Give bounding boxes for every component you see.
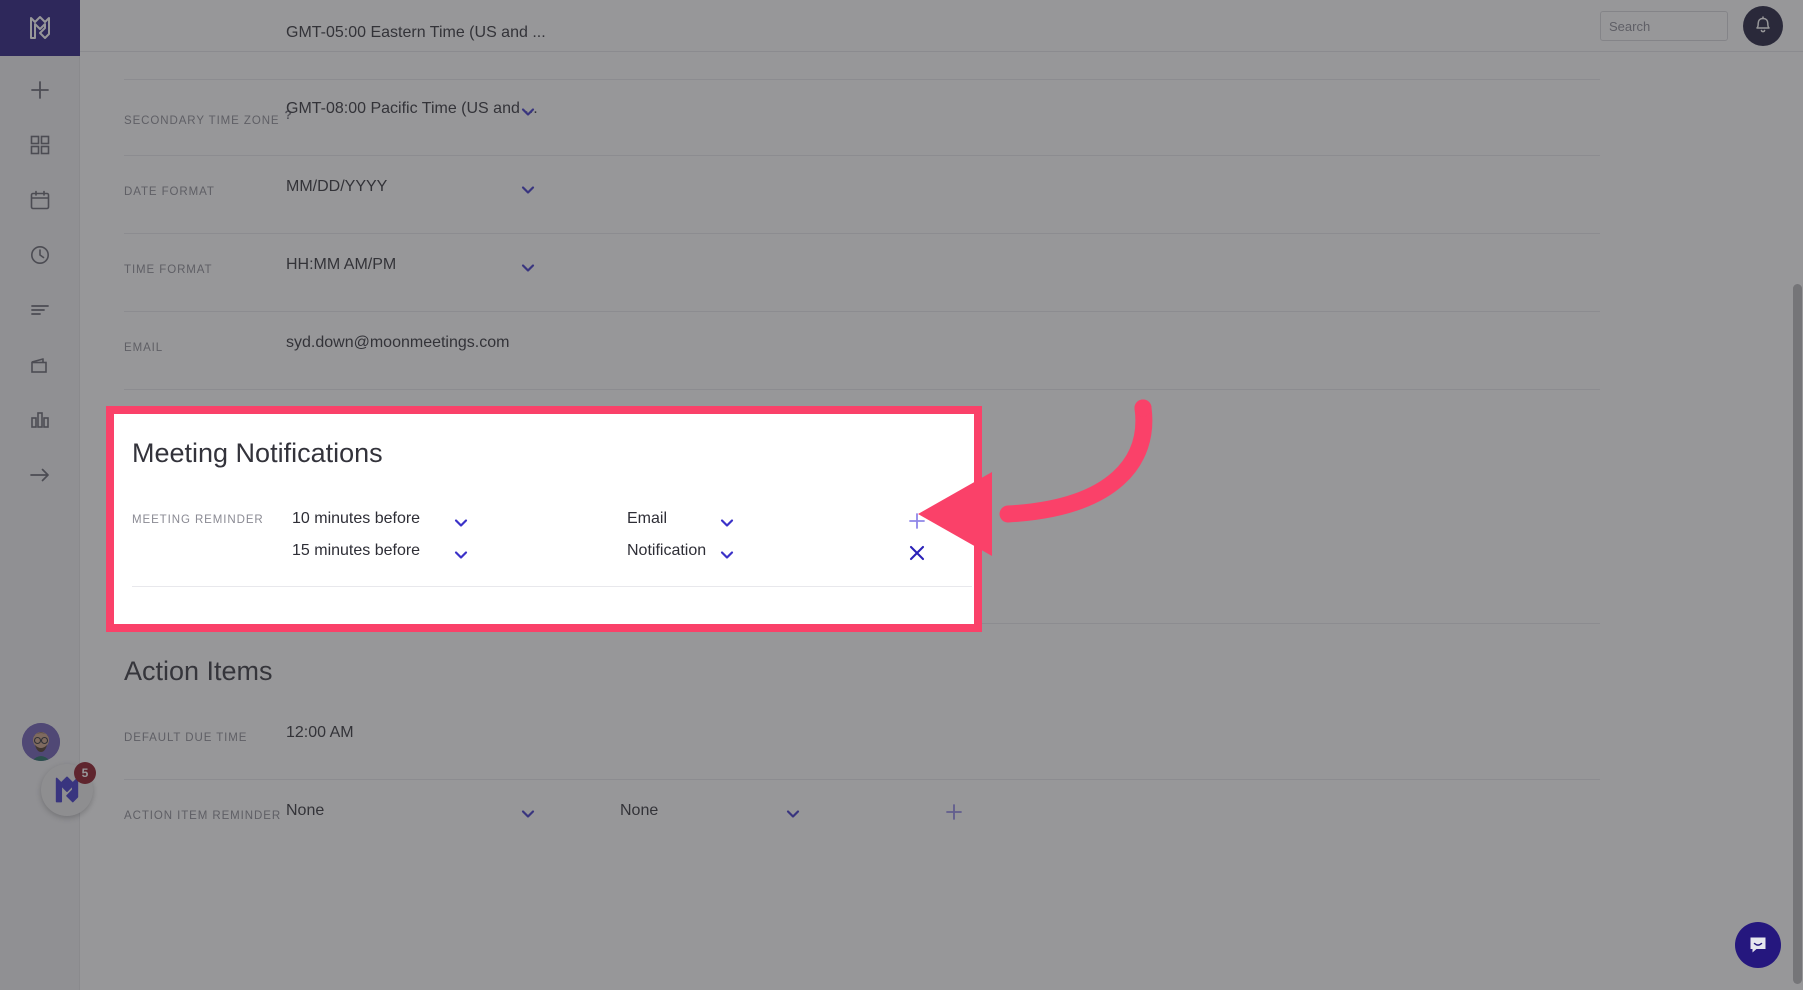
sidebar-item-archive[interactable] — [0, 337, 80, 392]
sidebar-nav — [0, 56, 79, 502]
time-format-label: Time Format — [124, 264, 213, 276]
chevron-down-icon[interactable] — [519, 103, 537, 121]
reminder-how-2[interactable]: Notification — [627, 542, 706, 560]
plus-icon — [31, 80, 49, 99]
action-item-reminder-value-1[interactable]: None — [286, 802, 324, 820]
brand-logo[interactable] — [0, 0, 80, 56]
plus-icon[interactable] — [907, 511, 927, 531]
secondary-time-zone-label: Secondary Time Zone? — [124, 108, 293, 127]
chart-bars-icon — [31, 411, 49, 428]
reminder-how-1[interactable]: Email — [627, 510, 667, 528]
meetingking-logo-icon — [30, 16, 50, 39]
email-label: Email — [124, 342, 164, 354]
date-format-value[interactable]: MM/DD/YYYY — [286, 178, 387, 196]
sidebar-item-dashboard[interactable] — [0, 117, 80, 172]
close-x-icon[interactable] — [907, 543, 927, 563]
form-row-time-format: Time Format HH:MM AM/PM — [124, 234, 1600, 312]
scrollbar-thumb[interactable] — [1793, 284, 1802, 984]
sidebar-item-reports[interactable] — [0, 392, 80, 447]
sidebar-item-tasks[interactable] — [0, 282, 80, 337]
form-row-clipped: GMT-05:00 Eastern Time (US and ... — [124, 2, 1600, 80]
sidebar-item-add[interactable] — [0, 62, 80, 117]
card-title: Meeting Notifications — [132, 438, 383, 468]
calendar-icon — [30, 190, 50, 209]
clock-icon — [31, 245, 49, 264]
default-due-time-label: Default Due Time — [124, 732, 248, 744]
reminder-when-2[interactable]: 15 minutes before — [292, 542, 420, 560]
bell-icon — [1756, 16, 1770, 33]
scrollbar-track[interactable] — [1792, 52, 1803, 990]
chevron-down-icon[interactable] — [519, 181, 537, 199]
search-box[interactable] — [1600, 11, 1785, 41]
action-items-title: Action Items — [124, 656, 273, 686]
grid-icon — [30, 135, 50, 154]
chevron-down-icon[interactable] — [718, 546, 736, 564]
card-inner: Meeting Notifications Meeting Reminder 1… — [114, 414, 974, 624]
clipped-row-value: GMT-05:00 Eastern Time (US and ... — [286, 24, 546, 41]
notifications-button[interactable] — [1743, 6, 1783, 46]
meeting-notifications-card: Meeting Notifications Meeting Reminder 1… — [106, 406, 982, 632]
left-sidebar: 5 — [0, 0, 96, 990]
card-divider — [132, 586, 972, 587]
avatar[interactable] — [22, 723, 60, 761]
form-row-secondary-time-zone: Secondary Time Zone? GMT-08:00 Pacific T… — [124, 78, 1600, 156]
chat-button[interactable] — [1735, 922, 1781, 968]
sidebar-item-calendar[interactable] — [0, 172, 80, 227]
form-row-date-format: Date Format MM/DD/YYYY — [124, 156, 1600, 234]
user-avatar — [22, 723, 60, 761]
chevron-down-icon[interactable] — [718, 514, 736, 532]
meeting-reminder-row-1: 10 minutes before Email — [114, 510, 974, 542]
form-row-action-item-reminder: Action Item Reminder None None — [124, 780, 1600, 858]
date-format-label: Date Format — [124, 186, 215, 198]
chevron-down-icon[interactable] — [784, 805, 802, 823]
action-item-reminder-value-2[interactable]: None — [620, 802, 658, 820]
app-root: 5 GMT-05:00 Easte — [0, 0, 1803, 990]
email-value[interactable]: syd.down@moonmeetings.com — [286, 334, 509, 352]
meeting-reminder-row-2: 15 minutes before Notification — [114, 542, 974, 574]
chevron-down-icon[interactable] — [452, 546, 470, 564]
arrow-right-icon — [30, 468, 49, 481]
sidebar-item-history[interactable] — [0, 227, 80, 282]
chevron-down-icon[interactable] — [519, 805, 537, 823]
plus-icon[interactable] — [944, 802, 964, 822]
form-row-email: Email syd.down@moonmeetings.com — [124, 312, 1600, 390]
sidebar-item-expand[interactable] — [0, 447, 80, 502]
chevron-down-icon[interactable] — [519, 259, 537, 277]
chevron-down-icon[interactable] — [452, 514, 470, 532]
secondary-time-zone-value[interactable]: GMT-08:00 Pacific Time (US and ... — [286, 100, 538, 118]
folder-icon — [31, 357, 47, 373]
chat-bubble-icon — [1750, 937, 1766, 953]
reminder-when-1[interactable]: 10 minutes before — [292, 510, 420, 528]
default-due-time-value[interactable]: 12:00 AM — [286, 724, 354, 742]
time-format-value[interactable]: HH:MM AM/PM — [286, 256, 396, 274]
action-item-reminder-label: Action Item Reminder — [124, 810, 282, 822]
list-icon — [31, 304, 49, 315]
form-row-default-due-time: Default Due Time 12:00 AM — [124, 702, 1600, 780]
